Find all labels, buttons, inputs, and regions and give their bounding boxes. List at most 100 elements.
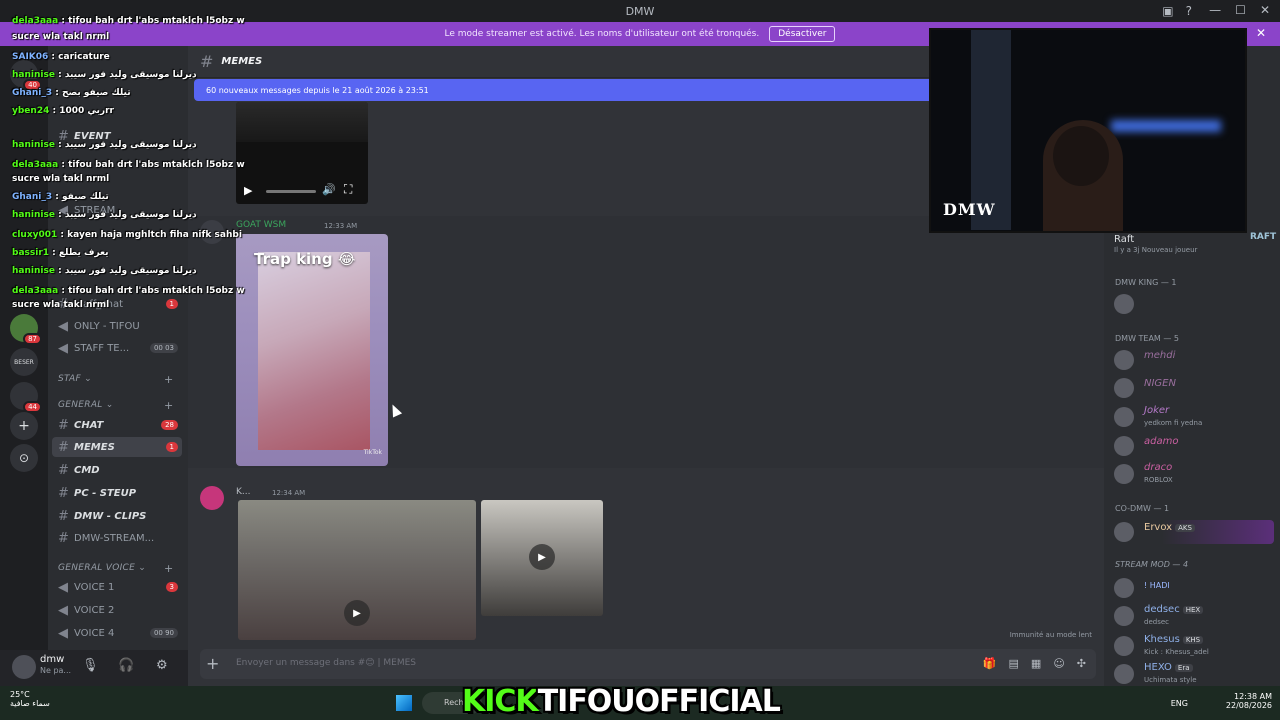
tiktok-image[interactable]: Trap king 😂 TikTok: [236, 234, 388, 466]
message-input[interactable]: Envoyer un message dans #😊 | MEMES: [236, 658, 416, 668]
member-item[interactable]: dedsec HEX dedsec: [1114, 604, 1274, 628]
close-window-button[interactable]: ✕: [1260, 3, 1270, 17]
sticker-icon[interactable]: ▦: [1031, 657, 1041, 670]
member-item[interactable]: draco ROBLOX: [1114, 462, 1274, 486]
channel-voice-2[interactable]: ◀ VOICE 2: [52, 600, 182, 620]
member-item[interactable]: Khesus KHS Kick : Khesus_adel: [1114, 634, 1274, 658]
maximize-button[interactable]: ☐: [1235, 3, 1246, 17]
channel-stream[interactable]: ◀ STREAM: [52, 200, 182, 220]
channel-dmw-clips[interactable]: # DMW - CLIPS: [52, 506, 182, 526]
member-item[interactable]: NIGEN: [1114, 376, 1274, 400]
server-icon[interactable]: 40: [10, 60, 42, 91]
composer-tools: 🎁 ▤ ▦ ☺ ✣: [983, 657, 1086, 670]
channel-pc-steup[interactable]: # PC - STEUP: [52, 483, 182, 503]
message-timestamp: 12:34 AM: [272, 489, 306, 497]
channel-chat[interactable]: # CHAT 28: [52, 415, 182, 435]
hash-icon: #: [58, 485, 69, 501]
inbox-icon[interactable]: ▣: [1162, 4, 1173, 18]
fullscreen-icon[interactable]: ⛶: [344, 182, 352, 197]
volume-icon[interactable]: 🔊: [322, 183, 336, 196]
channel-dmw-stream[interactable]: # DMW-STREAM...: [52, 528, 182, 548]
channel-event[interactable]: # EVENT: [52, 126, 182, 146]
apps-icon[interactable]: ✣: [1077, 657, 1086, 670]
server-icon[interactable]: 87: [10, 314, 42, 345]
user-status: Ne pa...: [40, 666, 72, 675]
category-staf[interactable]: STAF ⌄ +: [58, 373, 173, 386]
add-channel-icon[interactable]: +: [164, 562, 174, 575]
close-banner-icon[interactable]: ✕: [1256, 26, 1266, 40]
video-player[interactable]: ▶ 🔊 ⛶: [236, 102, 368, 204]
window-controls: — ☐ ✕: [1209, 3, 1270, 17]
member-item[interactable]: Ervox AKS: [1114, 520, 1274, 544]
message-author[interactable]: K...: [236, 487, 250, 497]
hash-icon: #: [58, 128, 69, 144]
server-icon[interactable]: BESER: [10, 348, 38, 376]
avatar[interactable]: [200, 220, 224, 244]
add-server-icon[interactable]: +: [10, 412, 38, 440]
avatar: [1114, 664, 1134, 684]
discover-icon[interactable]: ⊙: [10, 444, 38, 472]
channel-title: MEMES: [221, 56, 263, 67]
member-item[interactable]: [1114, 292, 1274, 316]
title-bar: DMW ▣ ? — ☐ ✕: [0, 0, 1280, 22]
disable-streamer-mode-button[interactable]: Désactiver: [769, 26, 836, 42]
avatar: [1114, 636, 1134, 656]
category-general-voice[interactable]: GENERAL VOICE ⌄ +: [58, 562, 173, 575]
avatar[interactable]: [12, 655, 36, 679]
speaker-icon: ◀: [58, 202, 68, 218]
emoji-icon[interactable]: ☺: [1053, 657, 1064, 670]
hash-icon: #: [58, 462, 69, 478]
dmw-logo: DMW: [943, 200, 996, 219]
channel-voice-1[interactable]: ◀ VOICE 13: [52, 577, 182, 597]
hash-icon: #: [200, 52, 214, 71]
video-frame: [236, 102, 368, 142]
avatar: [1114, 578, 1134, 598]
video-attachment[interactable]: ▶: [481, 500, 603, 616]
channel-voice-4[interactable]: ◀ VOICE 4 00 90: [52, 623, 182, 643]
hash-icon: #: [58, 508, 69, 524]
play-icon[interactable]: ▶: [244, 184, 252, 197]
gif-icon[interactable]: ▤: [1009, 657, 1019, 670]
weather-widget[interactable]: 25°C سماء صافية: [10, 690, 50, 708]
clock[interactable]: 12:38 AM 22/08/2026: [1226, 692, 1272, 710]
avatar[interactable]: [200, 486, 224, 510]
speaker-icon: ◀: [58, 318, 68, 334]
gift-icon[interactable]: 🎁: [983, 657, 997, 670]
channel-only-tifou[interactable]: ◀ ONLY - TIFOU: [52, 316, 182, 336]
microphone-icon[interactable]: 🎙: [82, 658, 99, 673]
add-channel-icon[interactable]: +: [164, 373, 174, 386]
add-channel-icon[interactable]: +: [164, 399, 174, 412]
member-item[interactable]: adamo: [1114, 434, 1274, 458]
user-name: dmw: [40, 654, 65, 665]
channel-staff-te[interactable]: ◀ STAFF TE... 00 03: [52, 338, 182, 358]
add-attachment-icon[interactable]: +: [206, 654, 219, 673]
headset-icon[interactable]: 🎧: [118, 658, 134, 673]
channel-cmd[interactable]: # CMD: [52, 460, 182, 480]
help-icon[interactable]: ?: [1186, 4, 1192, 18]
channel-staff-chat[interactable]: # staff_chat 1: [52, 294, 182, 314]
member-item[interactable]: ! HADI: [1114, 576, 1274, 600]
kick-channel-banner: KICKTIFOUOFFICIAL: [462, 684, 781, 719]
channel-memes[interactable]: # MEMES 1: [52, 437, 182, 457]
windows-start-icon[interactable]: [396, 695, 412, 711]
member-item[interactable]: Raft Il y a 3j Nouveau joueur RAFT: [1114, 232, 1276, 256]
member-item[interactable]: HEXO Era Uchimata style: [1114, 662, 1274, 686]
channel-sidebar: # EVENT ◀ STREAM # staff_chat 1 ◀ ONLY - TIFO…: [48, 46, 188, 650]
member-item[interactable]: Joker yedkom fi yedna: [1114, 405, 1274, 429]
avatar: [1114, 294, 1134, 314]
settings-gear-icon[interactable]: ⚙: [156, 658, 168, 673]
message-author[interactable]: GOAT WSM: [236, 220, 286, 230]
member-item[interactable]: mehdi: [1114, 348, 1274, 372]
category-general[interactable]: GENERAL ⌄ +: [58, 399, 173, 412]
video-attachment[interactable]: ▶: [238, 500, 476, 640]
play-icon[interactable]: ▶: [529, 544, 555, 570]
server-icon[interactable]: 44: [10, 382, 42, 413]
minimize-button[interactable]: —: [1209, 3, 1221, 17]
volume-slider[interactable]: [266, 190, 316, 193]
play-icon[interactable]: ▶: [344, 600, 370, 626]
language-indicator[interactable]: ENG: [1171, 699, 1188, 708]
webcam-overlay: DMW: [929, 28, 1247, 233]
window-title: DMW: [625, 4, 655, 18]
speaker-icon: ◀: [58, 340, 68, 356]
tiktok-watermark: TikTok: [363, 449, 382, 456]
